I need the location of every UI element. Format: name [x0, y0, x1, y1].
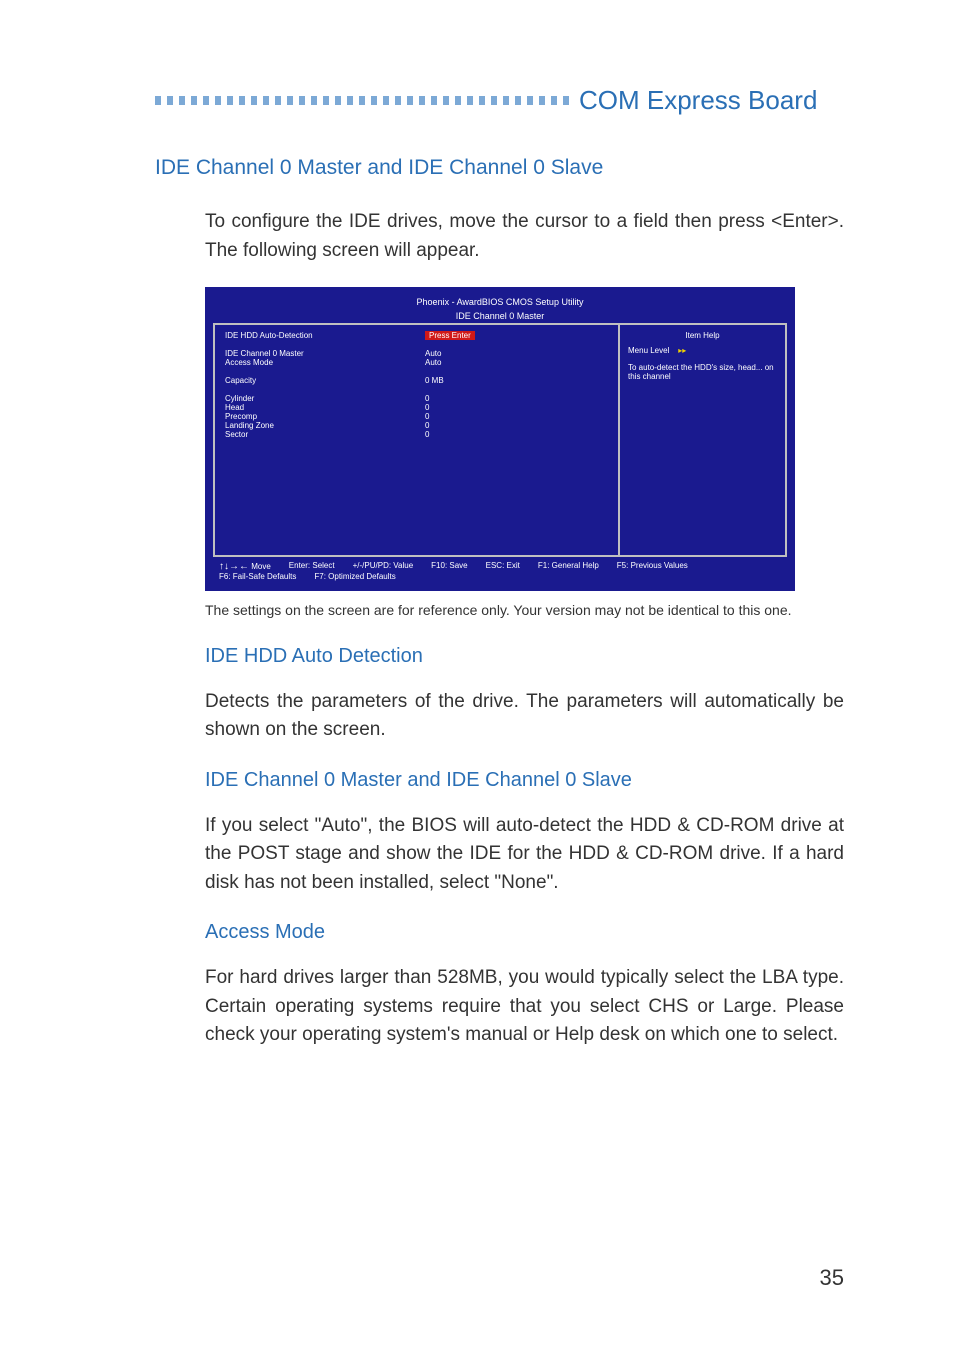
subsection-title: IDE HDD Auto Detection — [205, 645, 844, 668]
fast-forward-icon: ▸▸ — [678, 346, 686, 355]
subsection-text: Detects the parameters of the drive. The… — [205, 688, 844, 745]
page-header: COM Express Board — [155, 85, 844, 116]
bios-screenshot: Phoenix - AwardBIOS CMOS Setup Utility I… — [205, 287, 844, 591]
page-number: 35 — [820, 1265, 844, 1291]
section-title: IDE Channel 0 Master and IDE Channel 0 S… — [155, 156, 844, 180]
header-title: COM Express Board — [579, 85, 817, 116]
bios-footer-item: Enter: Select — [289, 561, 335, 572]
bios-footer-item: ESC: Exit — [486, 561, 520, 572]
bios-footer-item: F7: Optimized Defaults — [314, 572, 395, 581]
bios-main-panel: IDE HDD Auto-DetectionPress Enter IDE Ch… — [215, 325, 620, 555]
bios-row-label: Precomp — [225, 412, 425, 421]
bios-row-value: 0 — [425, 394, 495, 403]
bios-row-value-highlighted: Press Enter — [425, 331, 475, 340]
bios-row-label: Cylinder — [225, 394, 425, 403]
bios-row-label: IDE Channel 0 Master — [225, 349, 425, 358]
header-dots — [155, 96, 569, 105]
bios-row-label: Sector — [225, 430, 425, 439]
subsection-title: Access Mode — [205, 921, 844, 944]
subsection-text: For hard drives larger than 528MB, you w… — [205, 964, 844, 1050]
bios-help-panel: Item Help Menu Level ▸▸ To auto-detect t… — [620, 325, 785, 555]
bios-row-value: Auto — [425, 358, 495, 367]
bios-title: Phoenix - AwardBIOS CMOS Setup Utility — [213, 295, 787, 309]
bios-row-value: 0 MB — [425, 376, 495, 385]
bios-row-label: Access Mode — [225, 358, 425, 367]
subsection-title: IDE Channel 0 Master and IDE Channel 0 S… — [205, 769, 844, 792]
bios-help-text: To auto-detect the HDD's size, head... o… — [628, 363, 777, 381]
bios-row-value: 0 — [425, 403, 495, 412]
bios-footer-item: +/-/PU/PD: Value — [353, 561, 414, 572]
section-intro: To configure the IDE drives, move the cu… — [205, 208, 844, 265]
bios-footer-item: F6: Fail-Safe Defaults — [219, 572, 296, 581]
bios-row-value: 0 — [425, 412, 495, 421]
bios-row-value: 0 — [425, 421, 495, 430]
bios-help-title: Item Help — [628, 331, 777, 340]
bios-row-value: 0 — [425, 430, 495, 439]
bios-help-menu-level: Menu Level — [628, 346, 669, 355]
bios-footer-item: F1: General Help — [538, 561, 599, 572]
subsection-text: If you select "Auto", the BIOS will auto… — [205, 812, 844, 898]
bios-footer-move: Move — [251, 562, 271, 571]
bios-row-label: Capacity — [225, 376, 425, 385]
bios-row-label: IDE HDD Auto-Detection — [225, 331, 425, 340]
bios-caption: The settings on the screen are for refer… — [205, 601, 844, 621]
bios-subtitle: IDE Channel 0 Master — [213, 309, 787, 323]
bios-footer: ↑↓→← Move Enter: Select +/-/PU/PD: Value… — [213, 557, 787, 583]
bios-row-label: Head — [225, 403, 425, 412]
bios-row-value: Auto — [425, 349, 495, 358]
bios-row-label: Landing Zone — [225, 421, 425, 430]
bios-footer-item: F5: Previous Values — [617, 561, 688, 572]
bios-footer-item: F10: Save — [431, 561, 467, 572]
